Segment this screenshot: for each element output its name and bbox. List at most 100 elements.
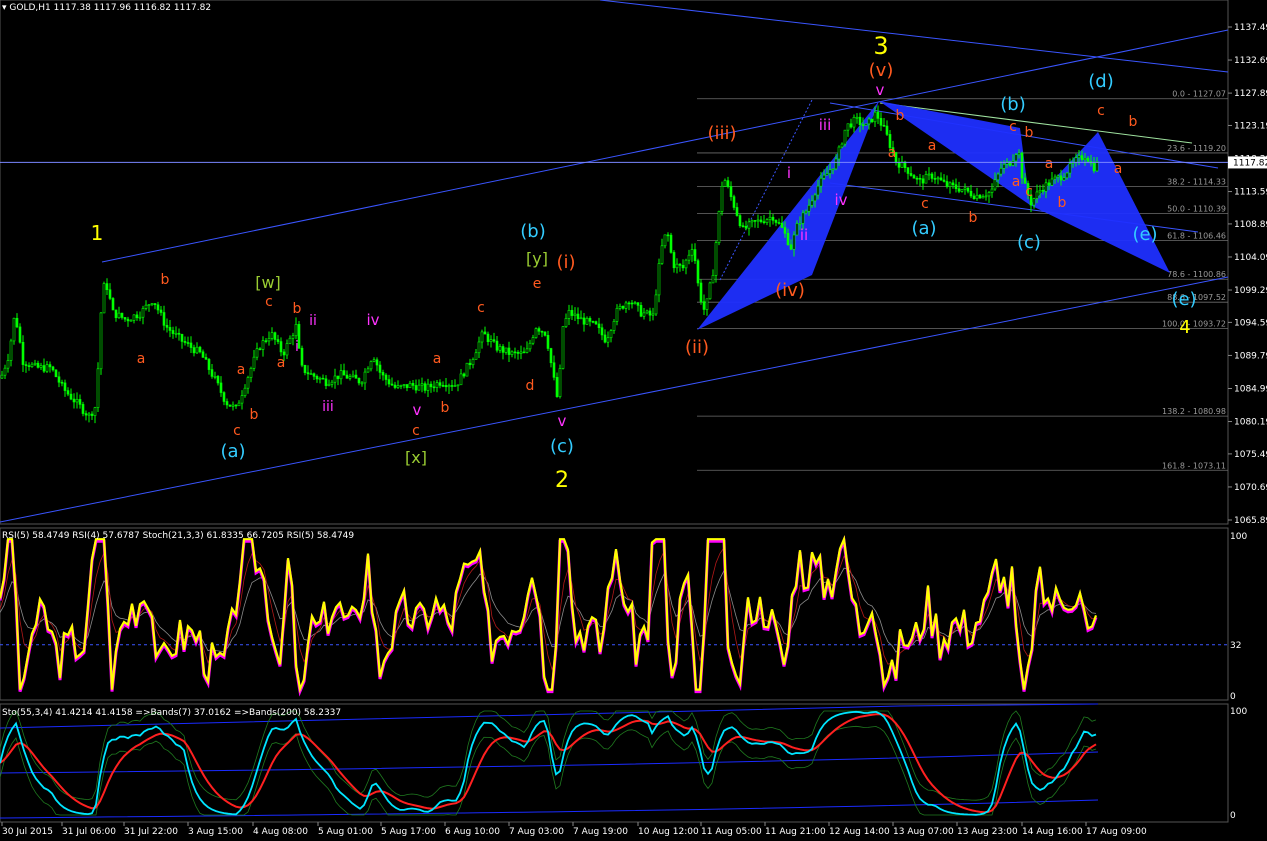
candle-body <box>858 116 862 125</box>
candle-body <box>1056 175 1060 178</box>
ohlc-values: 1117.38 1117.96 1116.82 1117.82 <box>53 3 212 13</box>
candle-body <box>474 352 478 360</box>
candle-body <box>936 177 940 180</box>
candle-body <box>621 305 625 309</box>
candle-body <box>582 317 586 325</box>
candle-body <box>345 374 349 379</box>
candle-body <box>138 316 142 319</box>
candle-body <box>75 399 79 403</box>
price-tick-label: 1094.59 <box>1234 318 1267 328</box>
candle-body <box>648 310 652 316</box>
candle-body <box>732 196 736 208</box>
wave-label: ii <box>309 313 317 329</box>
time-tick-label: 3 Aug 15:00 <box>188 827 243 837</box>
candle-body <box>291 335 295 339</box>
candle-body <box>1053 176 1057 180</box>
rsi-panel: 100 32 0 <box>0 532 1247 702</box>
candle-body <box>387 379 391 385</box>
candle-body <box>147 304 151 306</box>
candle-body <box>330 381 334 385</box>
candle-body <box>441 385 445 387</box>
candle-body <box>177 332 181 335</box>
wave-label: a <box>277 355 286 371</box>
candle-body <box>513 351 517 354</box>
time-tick-label: 10 Aug 12:00 <box>638 827 699 837</box>
candle-body <box>45 364 49 372</box>
symbol-header: ▾ GOLD,H1 1117.38 1117.96 1116.82 1117.8… <box>2 3 211 13</box>
stoch-signal-line <box>0 567 1097 653</box>
wave-label: (a) <box>220 441 245 462</box>
candle-body <box>174 332 178 335</box>
wave-label: [w] <box>255 273 281 292</box>
candle-body <box>21 342 25 365</box>
candle-body <box>81 404 85 414</box>
candle-body <box>834 158 838 170</box>
candle-body <box>825 173 829 176</box>
candle-body <box>711 275 715 284</box>
candle-body <box>225 401 229 406</box>
candle-body <box>18 326 22 343</box>
candle-body <box>126 318 130 322</box>
candle-body <box>48 364 52 368</box>
candle-body <box>234 404 238 407</box>
candle-body <box>204 357 208 360</box>
candle-body <box>684 259 688 269</box>
candle-body <box>429 383 433 388</box>
candle-body <box>843 129 847 145</box>
candle-body <box>51 366 55 371</box>
candle-body <box>540 330 544 333</box>
fib-label: 23.6 - 1119.20 <box>1167 144 1226 153</box>
candle-body <box>57 376 61 383</box>
candle-body <box>849 123 853 128</box>
wave-label: b <box>1058 195 1067 211</box>
candle-body <box>606 337 610 343</box>
candle-body <box>792 234 796 250</box>
candle-body <box>114 309 118 319</box>
wave-label: d <box>526 378 535 394</box>
candle-body <box>363 371 367 384</box>
candle-body <box>1077 155 1081 158</box>
candle-body <box>519 351 523 354</box>
sto-main-line <box>0 710 1097 816</box>
candle-body <box>561 326 565 369</box>
candle-body <box>549 348 553 364</box>
wave-label: (d) <box>1088 71 1113 92</box>
candle-body <box>774 220 778 223</box>
candle-body <box>915 177 919 180</box>
candle-body <box>60 381 64 384</box>
candle-body <box>342 370 346 376</box>
rsi-level-label: 100 <box>1230 532 1247 542</box>
wave-label: c <box>1097 103 1105 119</box>
candle-body <box>909 173 913 176</box>
candle-body <box>633 302 637 305</box>
panel-collapse-icon[interactable]: ▾ <box>2 3 7 13</box>
candle-body <box>6 360 10 369</box>
wave-label: c <box>265 294 273 310</box>
candle-body <box>201 351 205 358</box>
candle-body <box>1092 162 1096 172</box>
time-axis: 30 Jul 2015 31 Jul 06:00 31 Jul 22:00 3 Aug… <box>1 822 1147 837</box>
candle-body <box>681 265 685 269</box>
candle-body <box>351 374 355 377</box>
wave-label: c <box>921 196 929 212</box>
time-tick-label: 4 Aug 08:00 <box>253 827 308 837</box>
candle-body <box>102 283 106 314</box>
candle-body <box>1074 157 1078 163</box>
candle-body <box>945 181 949 187</box>
candle-body <box>222 392 226 402</box>
candle-body <box>960 189 964 192</box>
candle-body <box>207 359 211 370</box>
candle-body <box>69 393 73 400</box>
candle-body <box>1017 152 1021 155</box>
candle-body <box>159 309 163 313</box>
candle-body <box>285 343 289 356</box>
candle-body <box>132 314 136 321</box>
candle-body <box>864 123 868 126</box>
candle-body <box>867 118 871 125</box>
candle-body <box>318 377 322 380</box>
candle-body <box>663 234 667 247</box>
candle-body <box>906 167 910 174</box>
candle-body <box>24 364 28 366</box>
candle-body <box>1014 154 1018 162</box>
wave-label: b <box>1129 114 1138 130</box>
